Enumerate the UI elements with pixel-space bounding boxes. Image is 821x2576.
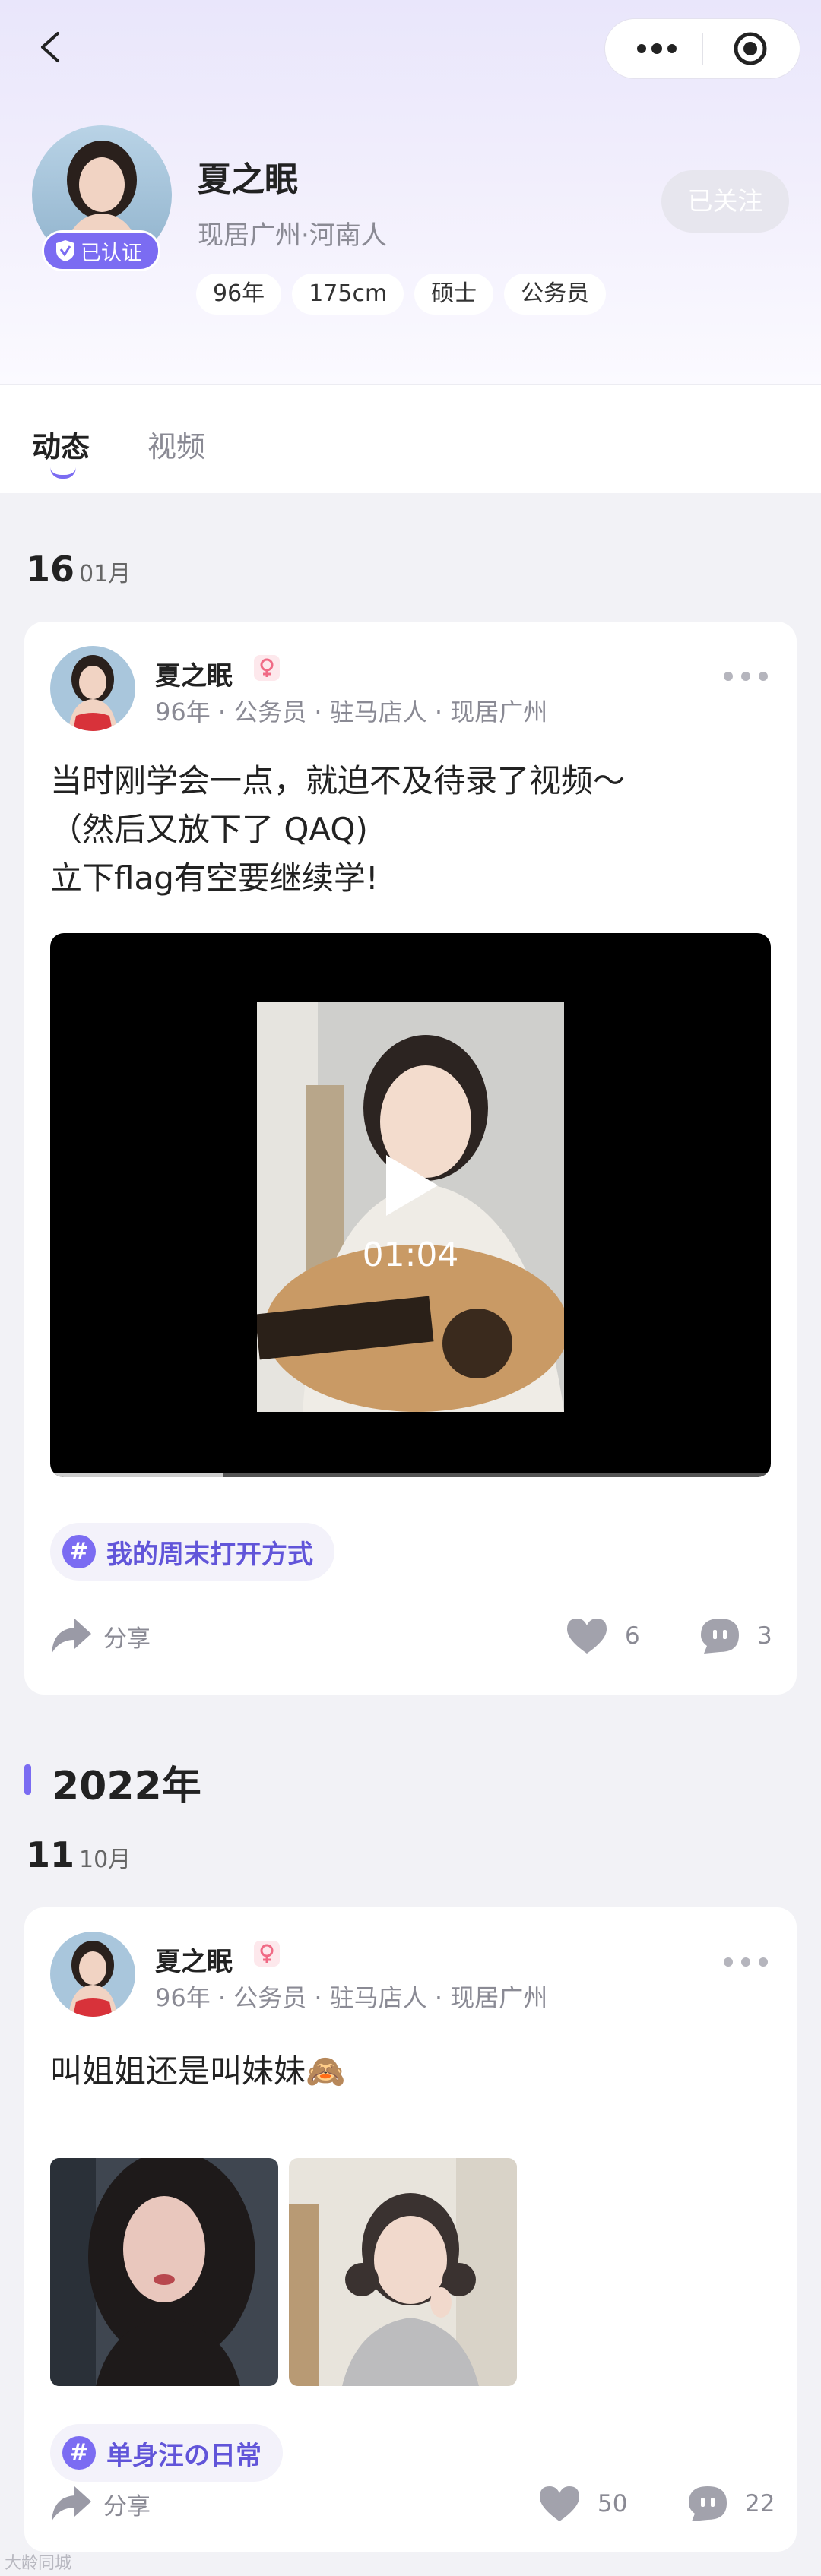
share-button[interactable]: 分享 bbox=[50, 1617, 151, 1655]
post-photo[interactable] bbox=[289, 2158, 517, 2386]
post-author-meta: 96年 · 公务员 · 驻马店人 · 现居广州 bbox=[155, 1983, 548, 2012]
video-progress-fill bbox=[50, 1473, 223, 1477]
post-text: 当时刚学会一点，就迫不及待录了视频～ （然后又放下了 QAQ) 立下flag有空… bbox=[50, 762, 626, 897]
watermark: 大龄同城 bbox=[5, 2554, 72, 2573]
topic-tag[interactable]: # 单身汪の日常 bbox=[50, 2424, 283, 2482]
heart-icon bbox=[540, 2486, 579, 2521]
tab-moments[interactable]: 动态 bbox=[32, 423, 90, 465]
post-card[interactable]: 夏之眠 96年 · 公务员 · 驻马店人 · 现居广州 当时刚学会一点，就迫不及… bbox=[24, 622, 797, 1695]
comment-button[interactable]: 3 bbox=[699, 1617, 772, 1655]
post-date-day: 11 bbox=[26, 1834, 75, 1875]
share-label: 分享 bbox=[103, 1625, 151, 1653]
video-duration: 01:04 bbox=[362, 1236, 459, 1274]
video-player[interactable]: 01:04 bbox=[50, 933, 771, 1477]
like-button[interactable]: 50 bbox=[538, 2485, 627, 2523]
capsule-divider bbox=[702, 33, 703, 65]
like-button[interactable]: 6 bbox=[566, 1617, 640, 1655]
verified-badge: 已认证 bbox=[42, 230, 160, 271]
close-target-icon[interactable] bbox=[733, 31, 768, 66]
profile-location: 现居广州·河南人 bbox=[198, 220, 387, 251]
post-author-avatar[interactable] bbox=[50, 1932, 135, 2017]
share-icon bbox=[52, 2486, 91, 2521]
hashtag-icon: # bbox=[62, 2436, 96, 2470]
comment-button[interactable]: 22 bbox=[687, 2485, 775, 2523]
post-date-month: 10月 bbox=[79, 1847, 132, 1873]
like-count: 6 bbox=[625, 1622, 640, 1650]
comment-icon bbox=[689, 2486, 727, 2521]
tab-videos[interactable]: 视频 bbox=[147, 423, 205, 465]
share-icon bbox=[52, 1619, 91, 1654]
verified-shield-icon bbox=[56, 240, 74, 261]
more-options-icon[interactable] bbox=[722, 1956, 769, 1968]
tag-age: 96年 bbox=[196, 274, 282, 315]
year-marker bbox=[24, 1764, 31, 1795]
female-icon bbox=[254, 1941, 280, 1967]
post-date: 16 01月 bbox=[26, 549, 131, 590]
more-dots-icon[interactable] bbox=[636, 39, 678, 59]
tag-height: 175cm bbox=[292, 274, 404, 315]
tag-education: 硕士 bbox=[414, 274, 494, 315]
profile-name: 夏之眠 bbox=[198, 160, 298, 199]
profile-header: 已认证 夏之眠 现居广州·河南人 96年 175cm 硕士 公务员 已关注 bbox=[0, 0, 821, 384]
comment-icon bbox=[701, 1619, 739, 1654]
post-text: 叫姐姐还是叫妹妹🙈 bbox=[50, 2052, 346, 2090]
comment-count: 3 bbox=[757, 1622, 772, 1650]
topic-tag[interactable]: # 我的周末打开方式 bbox=[50, 1523, 334, 1581]
like-count: 50 bbox=[598, 2490, 628, 2517]
topic-label: 我的周末打开方式 bbox=[106, 1539, 313, 1570]
post-author-meta: 96年 · 公务员 · 驻马店人 · 现居广州 bbox=[155, 698, 548, 726]
comment-count: 22 bbox=[745, 2490, 775, 2517]
post-card[interactable]: 夏之眠 96年 · 公务员 · 驻马店人 · 现居广州 叫姐姐还是叫妹妹🙈 # … bbox=[24, 1907, 797, 2552]
back-icon[interactable] bbox=[35, 30, 68, 64]
post-photo[interactable] bbox=[50, 2158, 278, 2386]
heart-icon bbox=[567, 1619, 607, 1654]
post-author-avatar[interactable] bbox=[50, 646, 135, 731]
post-date: 11 10月 bbox=[26, 1834, 131, 1875]
female-icon bbox=[254, 655, 280, 681]
tab-bar: 动态 视频 bbox=[0, 384, 821, 493]
video-progress-bar[interactable] bbox=[50, 1473, 771, 1477]
profile-tags: 96年 175cm 硕士 公务员 bbox=[196, 274, 607, 315]
tag-occupation: 公务员 bbox=[504, 274, 607, 315]
play-icon[interactable] bbox=[385, 1154, 439, 1217]
post-date-month: 01月 bbox=[79, 561, 132, 587]
post-date-day: 16 bbox=[26, 549, 75, 590]
more-options-icon[interactable] bbox=[722, 670, 769, 682]
year-divider: 2022年 bbox=[52, 1764, 201, 1809]
topic-label: 单身汪の日常 bbox=[106, 2440, 262, 2471]
hashtag-icon: # bbox=[62, 1535, 96, 1568]
tab-active-indicator bbox=[50, 467, 76, 479]
verified-label: 已认证 bbox=[81, 241, 142, 265]
share-label: 分享 bbox=[103, 2492, 151, 2521]
post-author-name[interactable]: 夏之眠 bbox=[155, 1941, 233, 1978]
post-author-name[interactable]: 夏之眠 bbox=[155, 655, 233, 692]
follow-button[interactable]: 已关注 bbox=[661, 170, 789, 233]
share-button[interactable]: 分享 bbox=[50, 2485, 151, 2523]
miniapp-capsule bbox=[604, 18, 800, 79]
